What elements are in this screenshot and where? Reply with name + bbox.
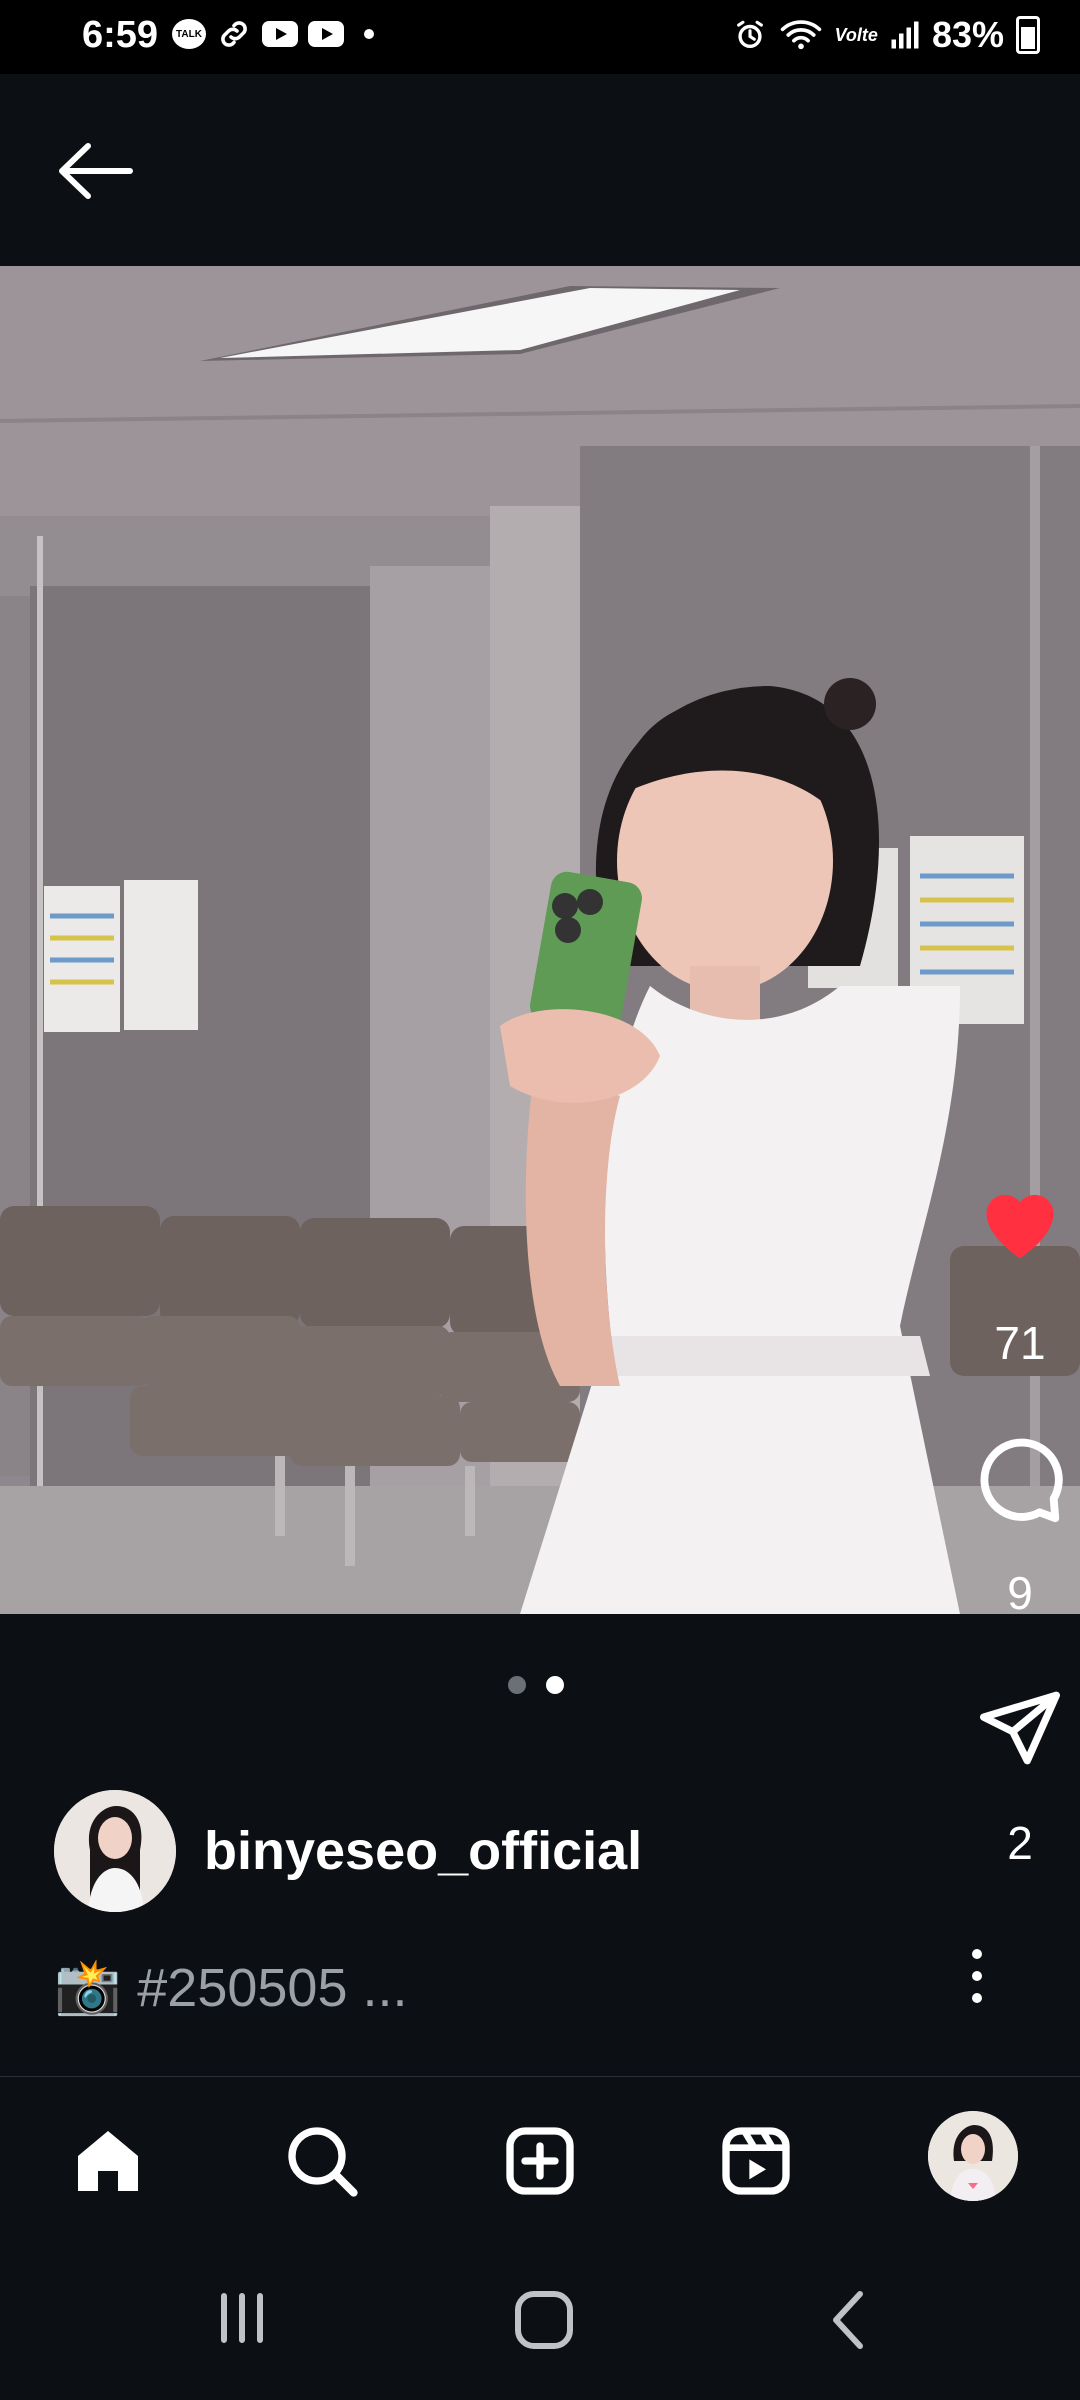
app-header <box>0 74 1080 266</box>
profile-avatar-image <box>928 2111 1018 2201</box>
like-action <box>960 1180 1080 1267</box>
carousel-dot <box>508 1676 526 1694</box>
status-time: 6:59 <box>82 14 159 56</box>
post-photo[interactable] <box>0 266 1080 1614</box>
notification-icons: TALK <box>172 16 374 52</box>
avatar-image <box>54 1790 176 1912</box>
camera-flash-icon: 📸 <box>54 1957 122 2017</box>
comment-action <box>960 1434 1080 1533</box>
youtube-icon <box>308 21 344 47</box>
create-icon[interactable] <box>500 2121 580 2201</box>
kakaotalk-icon: TALK <box>172 19 206 49</box>
carousel-dot-active <box>546 1676 564 1694</box>
search-icon[interactable] <box>282 2121 362 2201</box>
status-bar: 6:59 TALK Volte 83% <box>0 0 1080 74</box>
home-button-icon[interactable] <box>512 2288 576 2352</box>
like-count[interactable]: 71 <box>960 1316 1080 1370</box>
photo-illustration <box>0 266 1080 1614</box>
link-icon <box>221 21 247 47</box>
author-avatar[interactable] <box>54 1790 176 1912</box>
author-username[interactable]: binyeseo_official <box>204 1820 642 1882</box>
more-notifications-dot <box>364 29 374 39</box>
reels-icon[interactable] <box>716 2121 796 2201</box>
profile-avatar[interactable] <box>928 2111 1018 2201</box>
battery-percent: 83% <box>931 14 1004 55</box>
share-icon[interactable] <box>976 1688 1064 1768</box>
recents-icon[interactable] <box>212 2288 272 2348</box>
back-arrow-icon[interactable] <box>52 138 136 204</box>
share-action <box>960 1688 1080 1773</box>
bottom-navigation <box>0 2076 1080 2233</box>
more-icon[interactable] <box>960 1946 994 2006</box>
volte-label: Volte <box>834 24 878 45</box>
signal-icon <box>891 21 919 49</box>
alarm-icon <box>736 20 763 49</box>
home-icon[interactable] <box>68 2121 148 2201</box>
comment-count[interactable]: 9 <box>960 1566 1080 1620</box>
comment-icon[interactable] <box>973 1434 1067 1528</box>
wifi-icon <box>780 20 821 50</box>
post-caption[interactable]: 📸 #250505 ... <box>54 1956 408 2019</box>
youtube-icon <box>262 21 298 47</box>
system-status: Volte 83% <box>733 14 1040 56</box>
system-back-icon[interactable] <box>826 2288 870 2352</box>
caption-text: #250505 ... <box>137 1957 408 2018</box>
share-count[interactable]: 2 <box>960 1816 1080 1870</box>
battery-icon <box>1016 16 1040 54</box>
heart-icon[interactable] <box>974 1180 1066 1262</box>
carousel-indicator <box>508 1676 564 1694</box>
system-navigation-bar <box>0 2232 1080 2400</box>
